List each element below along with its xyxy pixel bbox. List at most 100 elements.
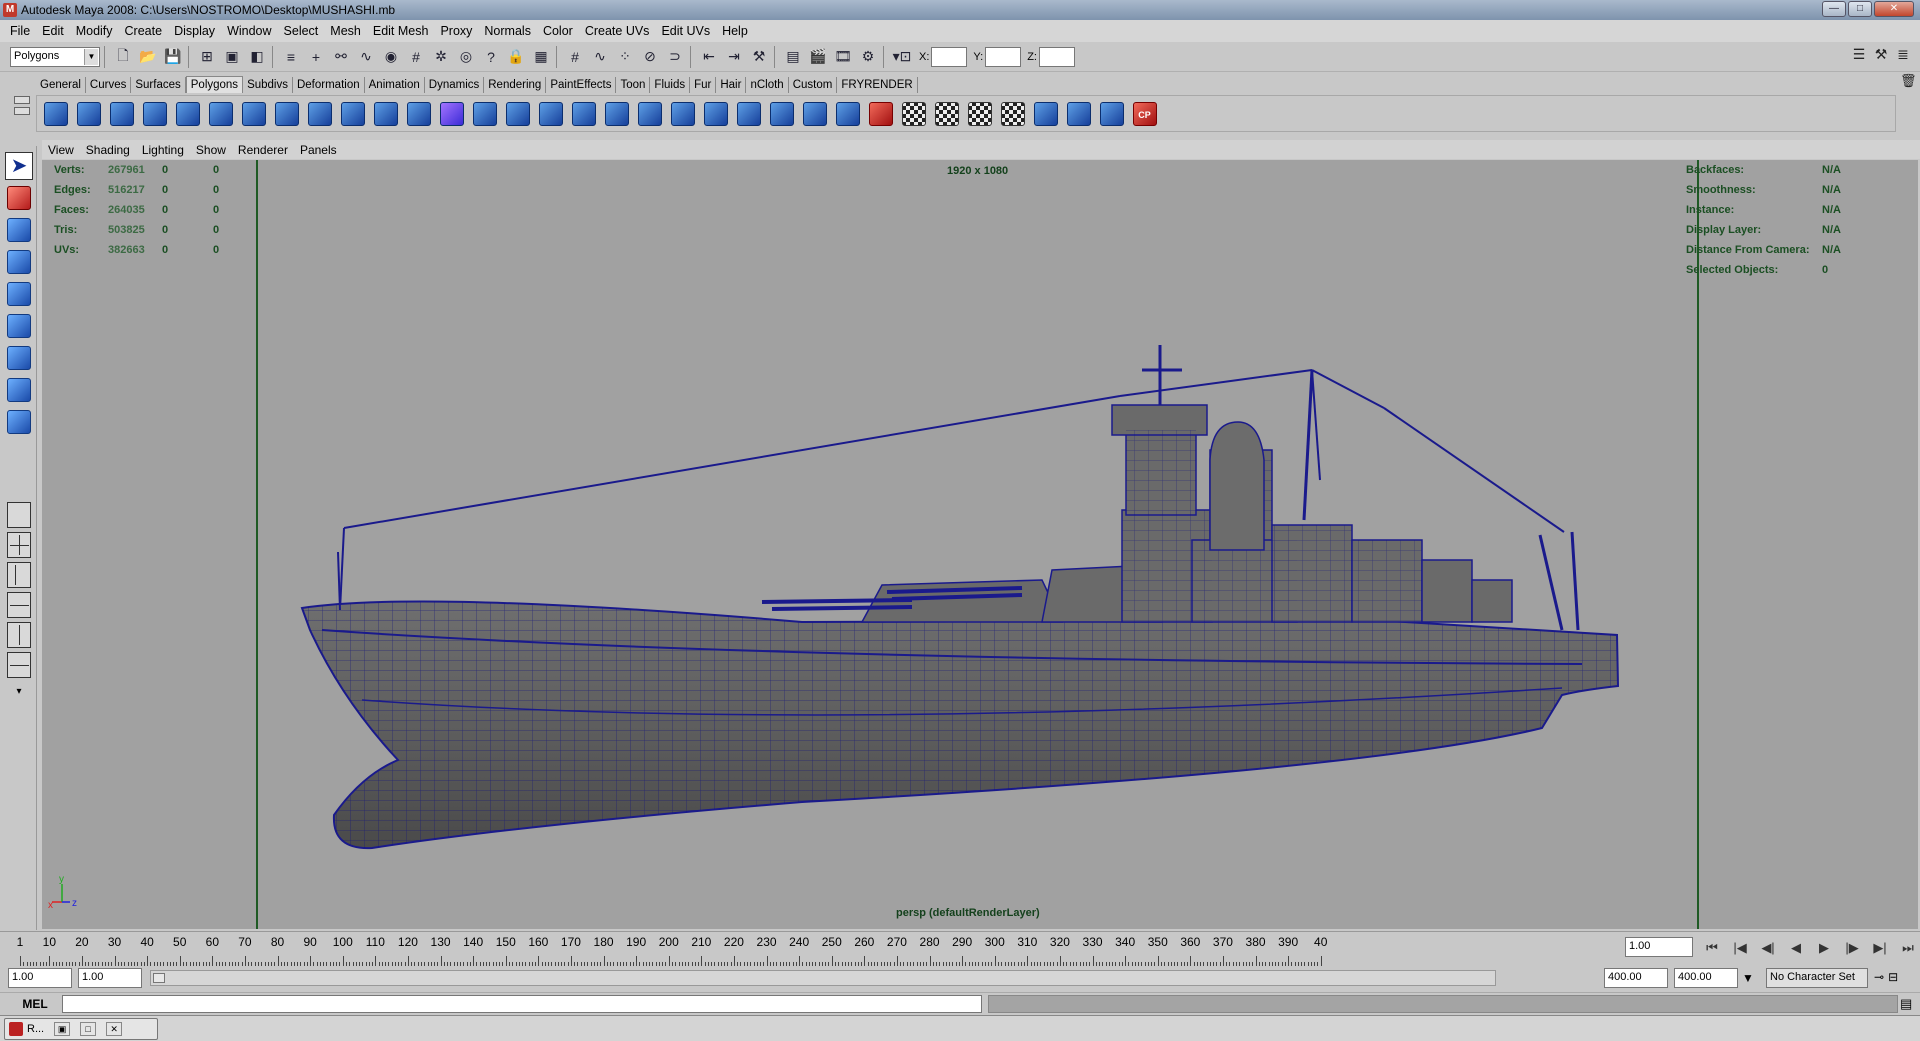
- mask-dropdown-icon[interactable]: ≡: [280, 46, 302, 68]
- menu-file[interactable]: File: [4, 24, 36, 38]
- playback-start-field[interactable]: 1.00: [78, 968, 142, 988]
- render-settings-icon[interactable]: ⚙: [857, 46, 879, 68]
- range-slider-handle[interactable]: [153, 973, 165, 983]
- lock-icon[interactable]: 🔒: [505, 46, 527, 68]
- shelf-tab-curves[interactable]: Curves: [85, 77, 132, 93]
- menu-create-uvs[interactable]: Create UVs: [579, 24, 656, 38]
- insert-edge-loop-icon[interactable]: [668, 99, 697, 129]
- extrude-icon[interactable]: [470, 99, 499, 129]
- uv-texture-editor-icon[interactable]: [998, 99, 1027, 129]
- shelf-tab-fluids[interactable]: Fluids: [650, 77, 691, 93]
- perspective-viewport[interactable]: 1920 x 1080 Verts: 267961 0 0 Edges: 516…: [42, 160, 1918, 929]
- input-ops-icon[interactable]: ⇤: [698, 46, 720, 68]
- menu-proxy[interactable]: Proxy: [434, 24, 478, 38]
- new-scene-icon[interactable]: 🗋: [112, 46, 134, 68]
- poly-cube-icon[interactable]: [74, 99, 103, 129]
- select-by-object-icon[interactable]: ▣: [221, 46, 243, 68]
- four-view-layout-icon[interactable]: [7, 532, 31, 558]
- select-tool[interactable]: ➤: [5, 152, 33, 180]
- selection-icon[interactable]: ▦: [530, 46, 552, 68]
- poly-soccer-ball-icon[interactable]: [305, 99, 334, 129]
- universal-manipulator-tool[interactable]: [5, 344, 33, 372]
- panel-menu-lighting[interactable]: Lighting: [136, 143, 190, 157]
- shelf-tab-fur[interactable]: Fur: [690, 77, 717, 93]
- step-forward-key-icon[interactable]: ▶|: [1868, 938, 1892, 958]
- restore-icon[interactable]: ▣: [54, 1022, 71, 1036]
- soften-edge-icon[interactable]: [1064, 99, 1093, 129]
- time-ruler[interactable]: 1 10 20 30 40 50 60 70 80 90 100 110 120 130 140 150 160…: [14, 932, 1614, 966]
- snap-point-icon[interactable]: ⁘: [614, 46, 636, 68]
- handle-mask-icon[interactable]: +: [305, 46, 327, 68]
- x-input[interactable]: [931, 46, 968, 67]
- shelf-tab-polygons[interactable]: Polygons: [185, 76, 244, 93]
- reverse-normals-icon[interactable]: [1031, 99, 1060, 129]
- surface-mask-icon[interactable]: ◉: [380, 46, 402, 68]
- character-set-dropdown[interactable]: No Character Set: [1766, 968, 1868, 988]
- deformer-mask-icon[interactable]: #: [405, 46, 427, 68]
- render-view-icon[interactable]: ▤: [782, 46, 804, 68]
- current-frame-field[interactable]: 1.00: [1625, 937, 1693, 957]
- shelf-tab-rendering[interactable]: Rendering: [484, 77, 547, 93]
- joint-mask-icon[interactable]: ⚯: [330, 46, 352, 68]
- shelf-tabs-toggle-icon[interactable]: [14, 96, 30, 104]
- poly-cone-icon[interactable]: [140, 99, 169, 129]
- soft-modification-tool[interactable]: [5, 376, 33, 404]
- command-input[interactable]: [62, 995, 982, 1013]
- uv-layout-icon[interactable]: [932, 99, 961, 129]
- battleship-wireframe-model[interactable]: [42, 160, 1918, 929]
- output-ops-icon[interactable]: ⇥: [723, 46, 745, 68]
- attribute-editor-icon[interactable]: ☰: [1850, 45, 1868, 63]
- channel-box-icon[interactable]: ≣: [1894, 45, 1912, 63]
- animation-end-field[interactable]: 400.00: [1674, 968, 1738, 988]
- shelf-tab-ncloth[interactable]: nCloth: [746, 77, 789, 93]
- checker-map-icon[interactable]: [899, 99, 928, 129]
- shelf-menu[interactable]: [12, 96, 32, 132]
- maximize-button[interactable]: □: [1848, 1, 1872, 17]
- menu-edit-mesh[interactable]: Edit Mesh: [367, 24, 435, 38]
- close-button[interactable]: ✕: [1874, 1, 1914, 17]
- panel-menu-shading[interactable]: Shading: [80, 143, 136, 157]
- poly-plane-icon[interactable]: [173, 99, 202, 129]
- single-perspective-layout-icon[interactable]: [7, 502, 31, 528]
- poly-torus-icon[interactable]: [206, 99, 235, 129]
- move-tool[interactable]: [5, 248, 33, 276]
- select-by-component-icon[interactable]: ◧: [246, 46, 268, 68]
- persp-outliner-layout-icon[interactable]: [7, 562, 31, 588]
- panel-menu-view[interactable]: View: [42, 143, 80, 157]
- transform-mode-icon[interactable]: ▾⊡: [891, 46, 913, 68]
- menu-edit[interactable]: Edit: [36, 24, 70, 38]
- shelf-tab-custom[interactable]: Custom: [788, 77, 838, 93]
- z-input[interactable]: [1038, 46, 1075, 67]
- lasso-tool[interactable]: [5, 184, 33, 212]
- shelf-tab-general[interactable]: General: [36, 77, 86, 93]
- save-scene-icon[interactable]: 💾: [162, 46, 184, 68]
- trash-icon[interactable]: 🗑: [1900, 73, 1917, 89]
- hypershade-persp-layout-icon[interactable]: [7, 622, 31, 648]
- panel-menu-show[interactable]: Show: [190, 143, 232, 157]
- step-forward-frame-icon[interactable]: |▶: [1840, 938, 1864, 958]
- taskbar-maya-item[interactable]: R... ▣ □ ✕: [4, 1018, 158, 1040]
- script-editor-icon[interactable]: ▤: [1900, 996, 1912, 1012]
- collapse-icon[interactable]: [800, 99, 829, 129]
- menu-edit-uvs[interactable]: Edit UVs: [655, 24, 716, 38]
- snap-view-plane-icon[interactable]: ⊘: [639, 46, 661, 68]
- poly-prism-icon[interactable]: [239, 99, 268, 129]
- maya-app-icon[interactable]: M: [3, 3, 17, 17]
- tool-settings-icon[interactable]: ⚒: [1872, 45, 1890, 63]
- triangulate-icon[interactable]: [833, 99, 862, 129]
- offset-edge-loop-icon[interactable]: [701, 99, 730, 129]
- persp-graph-layout-icon[interactable]: [7, 592, 31, 618]
- make-live-icon[interactable]: ⊃: [664, 46, 686, 68]
- cut-faces-icon[interactable]: [734, 99, 763, 129]
- shelf-tab-animation[interactable]: Animation: [364, 77, 425, 93]
- construction-history-icon[interactable]: ⚒: [748, 46, 770, 68]
- menu-window[interactable]: Window: [221, 24, 277, 38]
- play-backwards-icon[interactable]: ◀: [1784, 938, 1808, 958]
- playback-end-field[interactable]: 400.00: [1604, 968, 1668, 988]
- menu-color[interactable]: Color: [537, 24, 579, 38]
- menu-normals[interactable]: Normals: [478, 24, 537, 38]
- paint-select-tool[interactable]: [5, 216, 33, 244]
- combine-icon[interactable]: [338, 99, 367, 129]
- maximize-icon[interactable]: □: [80, 1022, 97, 1036]
- poly-pipe-icon[interactable]: [272, 99, 301, 129]
